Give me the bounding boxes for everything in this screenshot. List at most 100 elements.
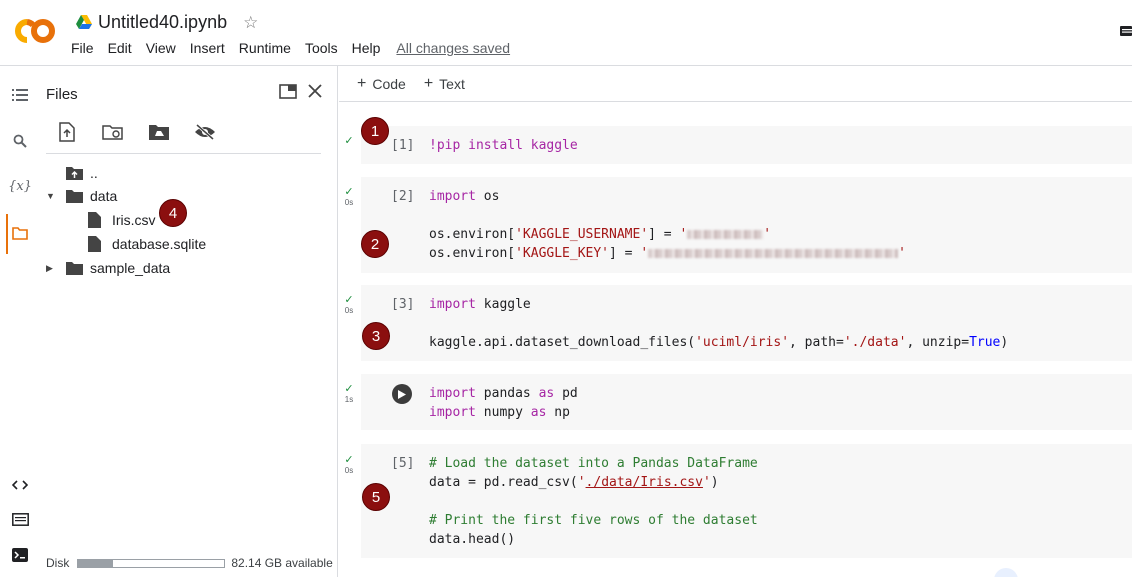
redacted-key [648, 249, 899, 258]
colab-window: Untitled40.ipynb ☆ File Edit View Insert… [0, 0, 1132, 577]
play-icon [398, 389, 406, 399]
caret-down-icon[interactable]: ▼ [46, 191, 58, 201]
terminal-icon[interactable] [10, 545, 30, 565]
menu-help[interactable]: Help [352, 40, 388, 56]
elapsed-time: 0s [344, 306, 354, 315]
comments-icon[interactable] [1120, 26, 1132, 36]
check-icon: ✓ [344, 135, 354, 147]
tree-label: database.sqlite [112, 236, 207, 252]
add-code-label: Code [372, 75, 406, 92]
parent-folder-icon [66, 165, 84, 181]
save-status-link[interactable]: All changes saved [396, 40, 510, 56]
elapsed-time: 1s [344, 395, 354, 404]
tree-file-database[interactable]: database.sqlite [88, 234, 206, 254]
open-in-tab-icon[interactable] [278, 81, 298, 101]
cell-code[interactable]: import kaggle kaggle.api.dataset_downloa… [429, 295, 1008, 352]
file-path-link[interactable]: ./data/Iris.csv [586, 475, 703, 490]
elapsed-time: 0s [344, 466, 354, 475]
caret-right-icon[interactable]: ▶ [46, 263, 58, 274]
colab-logo[interactable] [14, 18, 56, 44]
table-of-contents-icon[interactable] [10, 85, 30, 105]
folder-icon[interactable] [10, 223, 30, 243]
code-token: import [429, 386, 476, 401]
menu-runtime[interactable]: Runtime [239, 40, 298, 56]
disk-usage-bar [77, 558, 226, 568]
code-token: 'KAGGLE_USERNAME' [515, 227, 649, 242]
code-cell-2[interactable]: [2] import os os.environ['KAGGLE_USERNAM… [361, 177, 1132, 273]
upload-icon[interactable] [56, 121, 78, 143]
add-text-button[interactable]: + Text [424, 75, 465, 93]
star-icon[interactable]: ☆ [243, 14, 258, 31]
code-token: ) [710, 475, 719, 490]
code-token: numpy [475, 405, 531, 420]
code-token: os.environ[ [429, 227, 516, 242]
code-snippets-icon[interactable] [10, 475, 30, 495]
tree-folder-sample-data[interactable]: ▶ sample_data [46, 258, 170, 278]
check-icon: ✓ [344, 294, 354, 306]
plus-icon: + [357, 74, 367, 92]
title-row: Untitled40.ipynb ☆ [76, 10, 258, 34]
menu-view[interactable]: View [146, 40, 183, 56]
search-icon[interactable] [10, 131, 30, 151]
cell-status: ✓ 1s [339, 383, 359, 405]
check-icon: ✓ [344, 383, 354, 395]
code-token: ' [577, 475, 586, 490]
mount-drive-icon[interactable] [148, 121, 170, 143]
code-cell-1[interactable]: [1] !pip install kaggle [361, 126, 1132, 164]
refresh-icon[interactable] [102, 121, 124, 143]
tree-label: sample_data [90, 260, 171, 276]
app-header: Untitled40.ipynb ☆ File Edit View Insert… [0, 0, 1132, 66]
code-comment: # Print the first five rows of the datas… [429, 513, 758, 528]
code-token: pd [554, 386, 578, 401]
disk-usage-fill [78, 559, 114, 567]
tree-folder-data[interactable]: ▼ data [46, 186, 117, 206]
close-icon[interactable] [305, 81, 325, 101]
tree-file-iris[interactable]: Iris.csv [88, 210, 156, 230]
cell-code[interactable]: import os os.environ['KAGGLE_USERNAME'] … [429, 187, 906, 263]
variables-icon[interactable]: {x} [8, 176, 32, 196]
code-token: import [429, 405, 476, 420]
disk-available: 82.14 GB available [231, 556, 333, 570]
code-cell-3[interactable]: [3] import kaggle kaggle.api.dataset_dow… [361, 285, 1132, 361]
menu-insert[interactable]: Insert [190, 40, 232, 56]
annotation-marker-2: 2 [361, 230, 389, 258]
code-token: , path= [789, 335, 844, 350]
active-indicator [6, 214, 8, 254]
files-divider [46, 153, 321, 154]
menu-file[interactable]: File [71, 40, 101, 56]
command-palette-icon[interactable] [10, 509, 30, 529]
notebook-title[interactable]: Untitled40.ipynb [98, 12, 227, 33]
folder-icon [66, 188, 84, 204]
add-code-button[interactable]: + Code [357, 75, 406, 93]
cell-status: ✓ 0s [339, 294, 359, 316]
tree-label: data [90, 188, 118, 204]
folder-icon [66, 260, 84, 276]
code-token: 'KAGGLE_KEY' [515, 246, 610, 261]
annotation-marker-3: 3 [362, 322, 390, 350]
hide-files-icon[interactable] [194, 121, 216, 143]
code-token: os [475, 189, 500, 204]
code-comment: # Load the dataset into a Pandas DataFra… [429, 456, 758, 471]
tree-label: Iris.csv [112, 212, 156, 228]
code-token: kaggle [475, 297, 531, 312]
menu-tools[interactable]: Tools [305, 40, 345, 56]
cell-status: ✓ 0s [339, 454, 359, 476]
code-cell-4[interactable]: import pandas as pd import numpy as np [361, 374, 1132, 430]
tree-label: .. [90, 165, 98, 181]
annotation-marker-5: 5 [362, 483, 390, 511]
code-token: os.environ[ [429, 246, 516, 261]
menu-edit[interactable]: Edit [108, 40, 139, 56]
check-icon: ✓ [344, 454, 354, 466]
code-token: pandas [475, 386, 539, 401]
code-token: , unzip= [906, 335, 970, 350]
plus-icon: + [423, 74, 434, 92]
run-cell-button[interactable] [392, 384, 412, 404]
cell-code[interactable]: import pandas as pd import numpy as np [429, 384, 578, 422]
check-icon: ✓ [344, 186, 354, 198]
annotation-marker-4: 4 [159, 199, 187, 227]
tree-parent-dir[interactable]: .. [66, 163, 98, 183]
code-cell-5[interactable]: [5] # Load the dataset into a Pandas Dat… [361, 444, 1132, 558]
cell-code[interactable]: !pip install kaggle [429, 136, 578, 155]
cell-code[interactable]: # Load the dataset into a Pandas DataFra… [429, 454, 758, 549]
code-token: import [429, 189, 476, 204]
